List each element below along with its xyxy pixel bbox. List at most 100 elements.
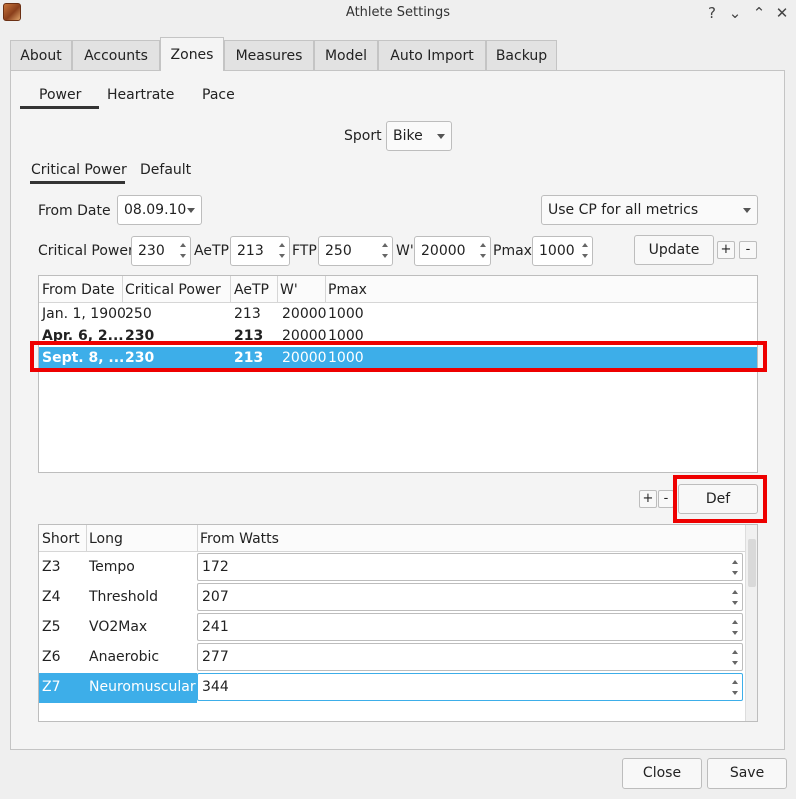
spinner-icon[interactable]: [730, 554, 742, 582]
close-icon[interactable]: ✕: [772, 3, 792, 23]
spinner-icon[interactable]: [277, 237, 289, 265]
header-from-watts[interactable]: From Watts: [200, 531, 279, 547]
subtab-pace[interactable]: Pace: [202, 87, 235, 103]
scrollbar-thumb[interactable]: [748, 539, 756, 587]
zone-watts-input[interactable]: 344: [197, 673, 743, 701]
critical-power-value: 230: [138, 243, 165, 259]
header-from-date[interactable]: From Date: [42, 282, 115, 298]
chevron-down-icon: [187, 208, 195, 213]
zone-watts-input[interactable]: 241: [197, 613, 743, 641]
from-date-picker[interactable]: 08.09.10: [117, 195, 202, 225]
spinner-icon[interactable]: [580, 237, 592, 265]
from-date-label: From Date: [38, 203, 111, 219]
metrics-mode-select[interactable]: Use CP for all metrics: [541, 195, 758, 225]
zone-watts-input[interactable]: 172: [197, 553, 743, 581]
zone-long[interactable]: Tempo: [89, 559, 135, 575]
tab-measures[interactable]: Measures: [224, 40, 314, 70]
metrics-mode-value: Use CP for all metrics: [548, 202, 699, 218]
zone-watts-input[interactable]: 207: [197, 583, 743, 611]
add-zone-button[interactable]: +: [639, 490, 657, 508]
column-divider: [122, 276, 123, 303]
header-aetp[interactable]: AeTP: [234, 282, 269, 298]
highlight-def-button: [673, 475, 767, 523]
aetp-value: 213: [237, 243, 264, 259]
ftp-input[interactable]: 250: [318, 236, 393, 266]
zones-table: Short Long From Watts Z3 Tempo 172 Z4 Th…: [38, 524, 758, 722]
header-critical-power[interactable]: Critical Power: [125, 282, 221, 298]
zone-short[interactable]: Z4: [42, 589, 61, 605]
tab-critical-power[interactable]: Critical Power: [31, 162, 127, 178]
header-short[interactable]: Short: [42, 531, 80, 547]
update-button[interactable]: Update: [634, 235, 714, 265]
tab-auto-import[interactable]: Auto Import: [378, 40, 486, 70]
column-divider: [86, 525, 87, 552]
spinner-icon[interactable]: [478, 237, 490, 265]
chevron-down-icon: [743, 208, 751, 213]
zone-watts-value: 344: [202, 679, 229, 695]
minimize-icon[interactable]: ⌄: [725, 3, 745, 23]
zone-watts-value: 172: [202, 559, 229, 575]
remove-range-button[interactable]: -: [739, 241, 757, 259]
zone-long[interactable]: Threshold: [89, 589, 158, 605]
zone-short[interactable]: Z7: [42, 679, 61, 695]
tab-critical-power-indicator: [30, 181, 125, 184]
tab-accounts[interactable]: Accounts: [72, 40, 160, 70]
spinner-icon[interactable]: [730, 674, 742, 702]
spinner-icon[interactable]: [380, 237, 392, 265]
tab-default[interactable]: Default: [140, 162, 191, 178]
tab-zones[interactable]: Zones: [160, 37, 224, 71]
table-cell[interactable]: 250: [125, 306, 152, 322]
zone-watts-value: 207: [202, 589, 229, 605]
zone-short[interactable]: Z5: [42, 619, 61, 635]
window-title: Athlete Settings: [345, 5, 451, 20]
subtab-heartrate[interactable]: Heartrate: [107, 87, 174, 103]
aetp-input[interactable]: 213: [230, 236, 290, 266]
pmax-input[interactable]: 1000: [532, 236, 593, 266]
column-divider: [197, 525, 198, 552]
maximize-icon[interactable]: ⌃: [749, 3, 769, 23]
sport-select[interactable]: Bike: [386, 121, 452, 151]
column-divider: [325, 276, 326, 303]
w-prime-value: 20000: [421, 243, 466, 259]
sport-label: Sport: [344, 128, 382, 144]
zone-long[interactable]: VO2Max: [89, 619, 147, 635]
ftp-label: FTP: [292, 243, 317, 259]
spinner-icon[interactable]: [730, 614, 742, 642]
zone-watts-value: 241: [202, 619, 229, 635]
tab-about[interactable]: About: [10, 40, 72, 70]
zone-short[interactable]: Z6: [42, 649, 61, 665]
header-long[interactable]: Long: [89, 531, 123, 547]
subtab-power-indicator: [20, 106, 99, 109]
pmax-value: 1000: [539, 243, 575, 259]
subtab-power[interactable]: Power: [39, 87, 81, 103]
tab-model[interactable]: Model: [314, 40, 378, 70]
header-w-prime[interactable]: W': [280, 282, 298, 298]
table-cell[interactable]: Jan. 1, 1900: [42, 306, 126, 322]
table-cell[interactable]: 1000: [328, 306, 364, 322]
zone-short[interactable]: Z3: [42, 559, 61, 575]
save-button[interactable]: Save: [707, 758, 787, 789]
zone-watts-input[interactable]: 277: [197, 643, 743, 671]
tab-backup[interactable]: Backup: [486, 40, 557, 70]
zones-scrollbar[interactable]: [745, 525, 757, 721]
table-header: [39, 525, 745, 552]
zone-long[interactable]: Neuromuscular: [89, 679, 196, 695]
aetp-label: AeTP: [194, 243, 229, 259]
add-range-button[interactable]: +: [717, 241, 735, 259]
close-button[interactable]: Close: [622, 758, 702, 789]
column-divider: [230, 276, 231, 303]
zone-watts-value: 277: [202, 649, 229, 665]
chevron-down-icon: [437, 134, 445, 139]
spinner-icon[interactable]: [730, 584, 742, 612]
pmax-label: Pmax: [493, 243, 532, 259]
table-cell[interactable]: 213: [234, 306, 261, 322]
w-prime-input[interactable]: 20000: [414, 236, 491, 266]
spinner-icon[interactable]: [730, 644, 742, 672]
critical-power-input[interactable]: 230: [131, 236, 191, 266]
help-icon[interactable]: ?: [702, 3, 722, 23]
zone-long[interactable]: Anaerobic: [89, 649, 159, 665]
spinner-icon[interactable]: [178, 237, 190, 265]
table-cell[interactable]: 20000: [282, 306, 327, 322]
remove-zone-button[interactable]: -: [658, 490, 674, 508]
header-pmax[interactable]: Pmax: [328, 282, 367, 298]
